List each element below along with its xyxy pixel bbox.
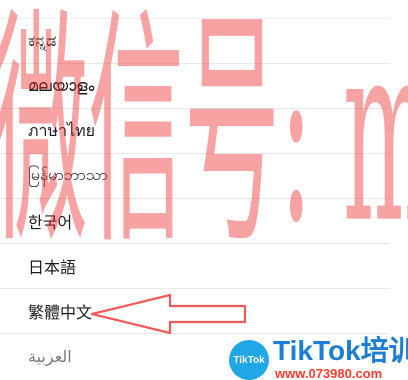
brand-url: www.073980.com [275,366,383,380]
language-item-kannada[interactable]: ಕನ್ನಡ [0,19,390,64]
language-item-korean[interactable]: 한국어 [0,199,390,244]
language-item-thai[interactable]: ภาษาไทย [0,109,390,154]
language-selection-screen: ಕನ್ನಡ മലയാളം ภาษาไทย မြန်မာဘာသာ 한국어 日本語 … [0,0,408,380]
language-item-burmese[interactable]: မြန်မာဘာသာ [0,154,390,199]
brand-title: TikTok培训 [273,335,408,366]
language-item-japanese[interactable]: 日本語 [0,244,390,289]
language-item-traditional-chinese[interactable]: 繁體中文 [0,289,390,334]
language-item-malayalam[interactable]: മലയാളം [0,64,390,109]
language-list: ಕನ್ನಡ മലയാളം ภาษาไทย မြန်မာဘာသာ 한국어 日本語 … [0,0,408,380]
tiktok-brand-badge: TikTok TikTok培训 www.073980.com [229,336,408,380]
tiktok-logo: TikTok [229,340,269,380]
